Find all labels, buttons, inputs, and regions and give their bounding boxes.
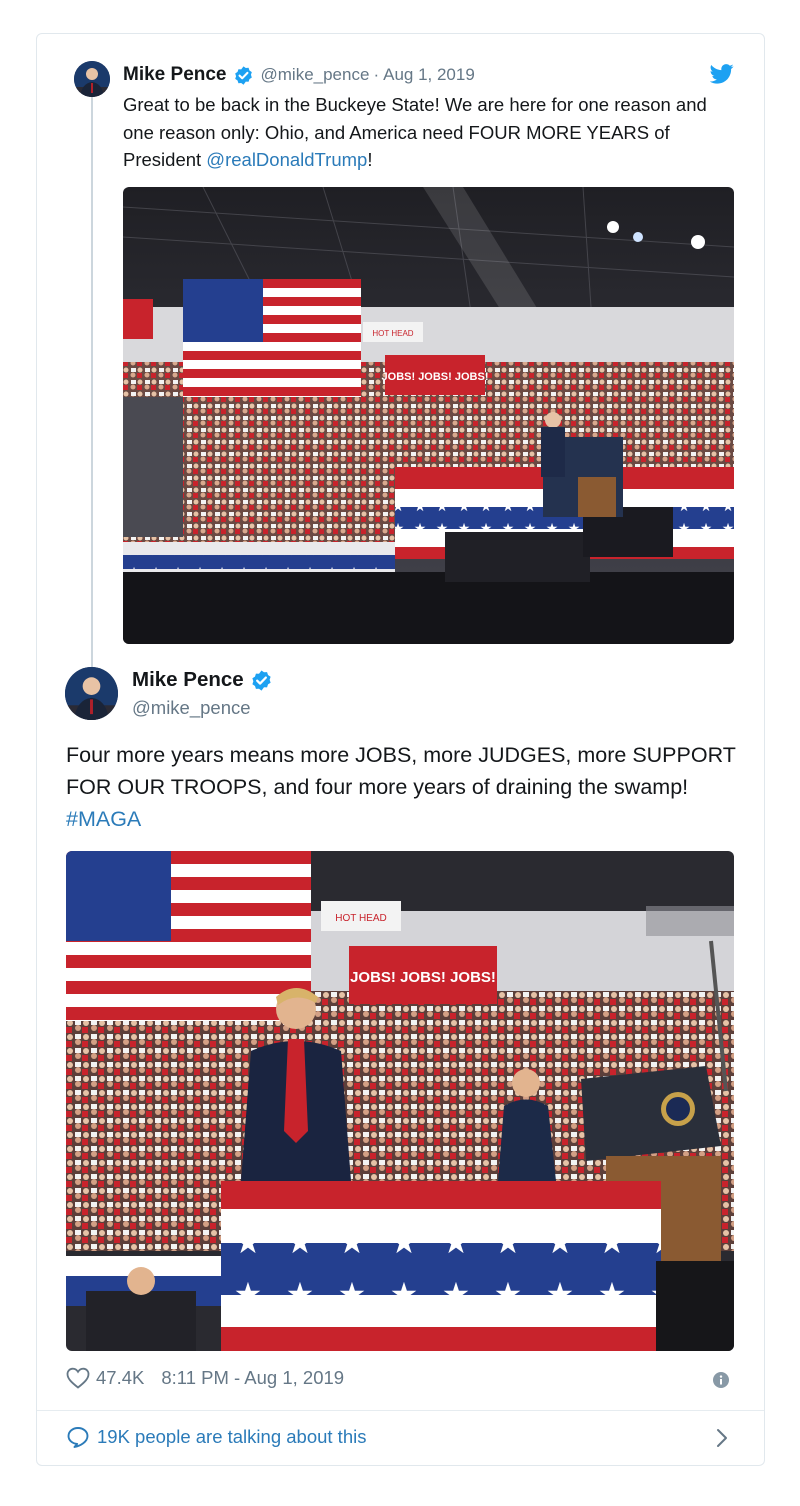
jobs-sign: JOBS! JOBS! JOBS!: [382, 371, 489, 383]
talking-text: 19K people are talking about this: [97, 1426, 367, 1447]
chevron-right-icon[interactable]: [714, 1428, 730, 1448]
parent-tweet-photo[interactable]: ★ JOBS! JOBS! JOBS! HOT HEAD: [123, 187, 734, 644]
heart-icon[interactable]: [66, 1367, 90, 1389]
mention-link[interactable]: @realDonaldTrump: [206, 149, 367, 170]
hothead-sign: HOT HEAD: [335, 913, 387, 924]
tweet-date[interactable]: Aug 1, 2019: [383, 65, 475, 85]
thread-connector-line: [91, 97, 93, 669]
tweet-meta: 47.4K 8:11 PM - Aug 1, 2019: [66, 1367, 344, 1389]
main-tweet-header: Mike Pence: [132, 668, 273, 692]
verified-badge-icon: [250, 669, 273, 692]
main-text-body: Four more years means more JOBS, more JU…: [66, 743, 736, 799]
rally-photo-1: ★ JOBS! JOBS! JOBS! HOT HEAD: [123, 187, 734, 644]
speech-bubble-icon: [66, 1426, 90, 1448]
american-flag: [183, 279, 361, 397]
rally-photo-2: ★ JOBS! JOBS! JOBS! HOT HEAD: [66, 851, 734, 1351]
main-tweet-text: Four more years means more JOBS, more JU…: [66, 739, 746, 835]
tweet-timestamp[interactable]: 8:11 PM - Aug 1, 2019: [161, 1367, 344, 1389]
avatar[interactable]: [74, 61, 110, 97]
like-count[interactable]: 47.4K: [96, 1367, 144, 1389]
jobs-sign: JOBS! JOBS! JOBS!: [350, 969, 496, 986]
main-tweet-photo[interactable]: ★ JOBS! JOBS! JOBS! HOT HEAD: [66, 851, 734, 1351]
conversation-link[interactable]: 19K people are talking about this: [66, 1426, 366, 1448]
author-handle[interactable]: @mike_pence: [261, 65, 370, 85]
hothead-sign: HOT HEAD: [372, 329, 413, 338]
separator-dot: ·: [373, 65, 380, 84]
parent-tweet-text: Great to be back in the Buckeye State! W…: [123, 91, 723, 174]
parent-text-end: !: [367, 149, 373, 170]
author-name[interactable]: Mike Pence: [123, 64, 227, 86]
hashtag-link[interactable]: #MAGA: [66, 807, 141, 831]
info-icon[interactable]: [713, 1372, 729, 1388]
avatar[interactable]: [65, 667, 118, 720]
parent-tweet-header: Mike Pence @mike_pence · Aug 1, 2019: [123, 64, 475, 86]
verified-badge-icon: [233, 65, 254, 86]
twitter-bird-icon[interactable]: [710, 63, 734, 85]
american-flag: [66, 851, 311, 1021]
divider: [37, 1410, 764, 1411]
author-handle[interactable]: @mike_pence: [132, 697, 251, 719]
author-name[interactable]: Mike Pence: [132, 668, 244, 692]
